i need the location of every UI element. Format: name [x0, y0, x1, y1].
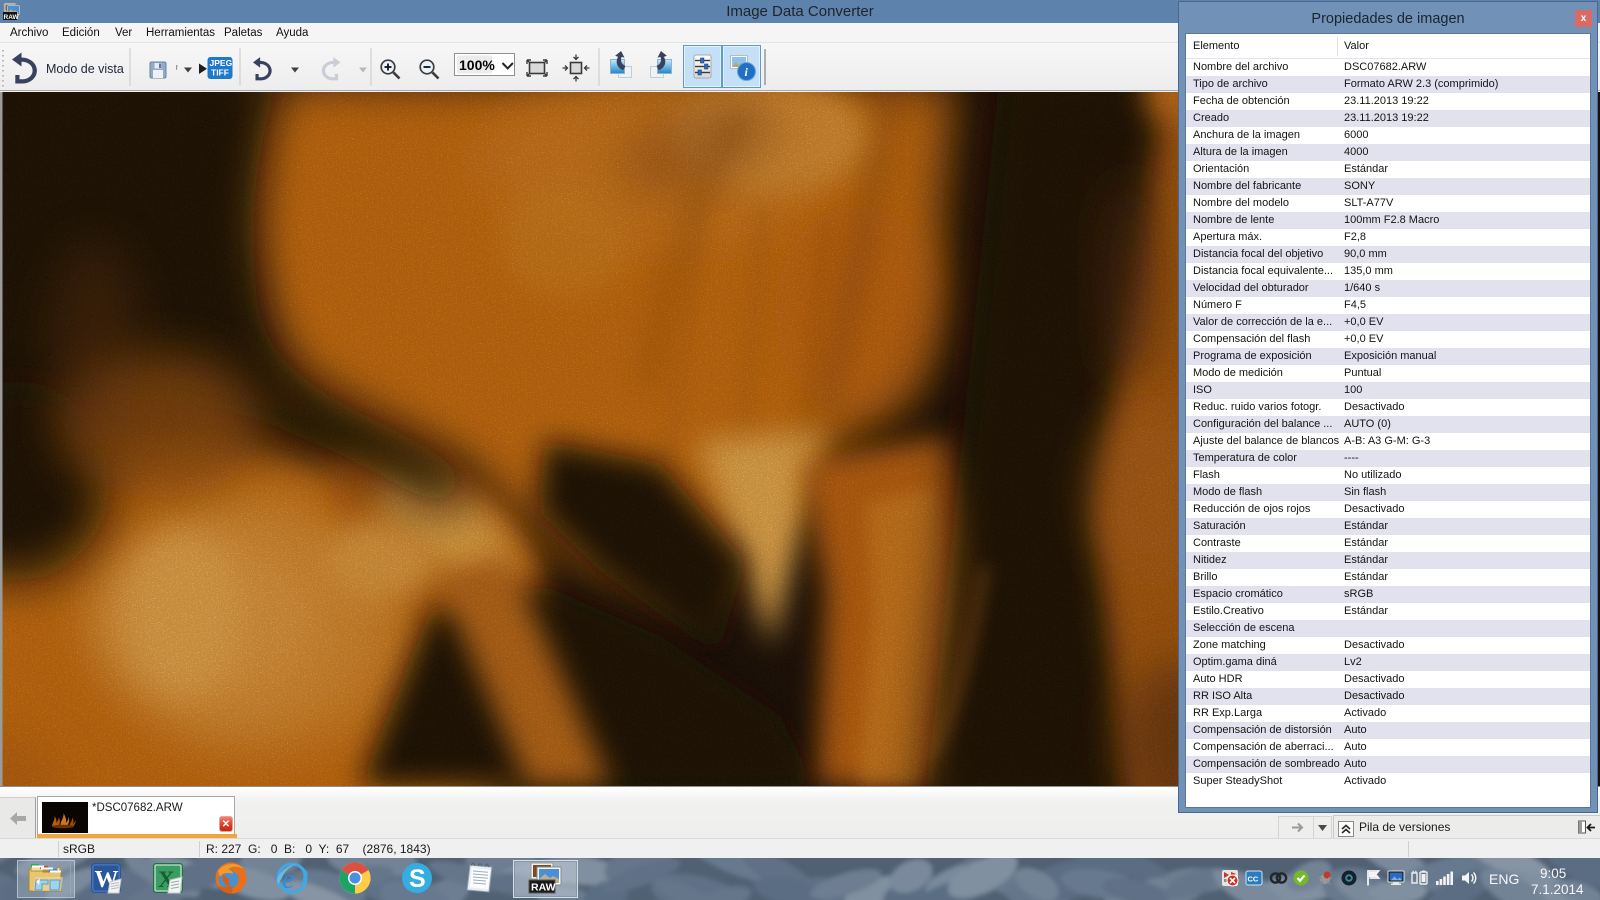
svg-text:Modo de vista: Modo de vista	[46, 62, 124, 76]
svg-text:100%: 100%	[459, 57, 495, 73]
svg-text:RAW: RAW	[4, 14, 20, 20]
svg-text:RAW: RAW	[531, 882, 556, 894]
svg-text:S: S	[409, 865, 426, 893]
svg-text:7.1.2014: 7.1.2014	[1531, 882, 1584, 897]
svg-text:9:05: 9:05	[1540, 866, 1566, 881]
svg-text:JPEG: JPEG	[210, 58, 233, 68]
svg-text:ENG: ENG	[1489, 871, 1519, 887]
svg-text:CC: CC	[1248, 875, 1259, 884]
svg-text:TIFF: TIFF	[211, 68, 229, 78]
